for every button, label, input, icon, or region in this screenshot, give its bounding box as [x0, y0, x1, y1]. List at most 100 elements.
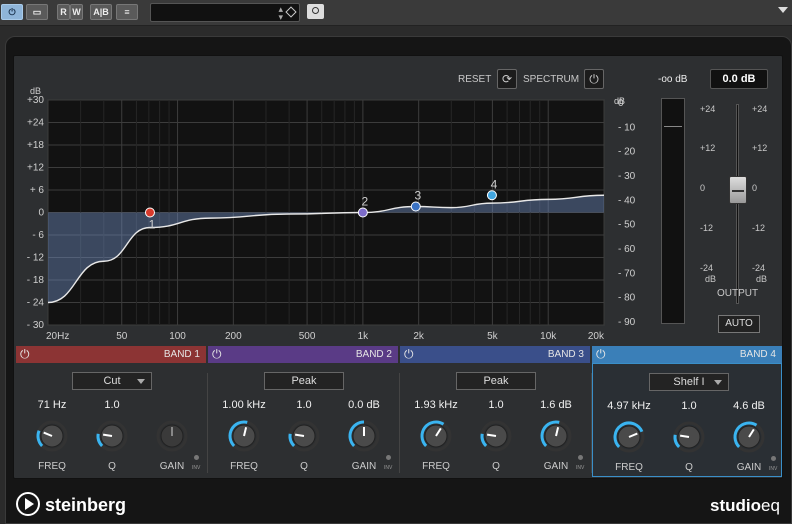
- db-right-tick-label: - 70: [618, 268, 636, 279]
- output-gain-value[interactable]: 0.0 dB: [710, 69, 768, 89]
- gain-knob[interactable]: [347, 419, 381, 453]
- db-right-tick-label: - 10: [618, 122, 636, 133]
- db-right-tick-label: - 30: [618, 171, 636, 182]
- invert-toggle[interactable]: [386, 455, 391, 460]
- output-scale-right-label: +12: [752, 143, 768, 153]
- freq-tick-label: 5k: [487, 331, 499, 342]
- db-right-tick-label: - 20: [618, 147, 636, 158]
- power-icon[interactable]: ⏻: [20, 348, 30, 360]
- invert-toggle[interactable]: [771, 456, 776, 461]
- read-button[interactable]: R: [57, 4, 70, 20]
- power-icon[interactable]: ⏻: [404, 348, 414, 360]
- filter-type-select[interactable]: Shelf I: [649, 373, 729, 391]
- meter-peak-line: [664, 126, 682, 127]
- gain-label: GAIN: [159, 461, 185, 472]
- freq-tick-label: 1k: [358, 331, 370, 342]
- snapshot-camera-icon[interactable]: [307, 4, 324, 19]
- band-node-3[interactable]: [410, 201, 421, 212]
- filter-type-value: Shelf I: [673, 376, 705, 388]
- q-label: Q: [300, 461, 308, 472]
- band-node-1[interactable]: [144, 207, 155, 218]
- q-knob[interactable]: [479, 419, 513, 453]
- band-3-controls: Peak 1.93 kHz FREQ 1.0 Q 1.6 dB GAIN INV: [400, 363, 590, 477]
- menu-button[interactable]: ≡: [116, 4, 138, 20]
- db-left-tick-label: +18: [27, 140, 44, 151]
- band-node-label: 2: [362, 195, 369, 209]
- output-unit-left: dB: [705, 274, 717, 284]
- gain-label: GAIN: [736, 462, 762, 473]
- product-name: studioeq: [710, 496, 780, 516]
- power-icon[interactable]: ⏻: [212, 348, 222, 360]
- preset-stepper-icon[interactable]: ▴ ▾: [278, 5, 283, 22]
- invert-toggle[interactable]: [578, 455, 583, 460]
- gain-knob[interactable]: [732, 420, 766, 454]
- filter-type-select[interactable]: Peak: [456, 372, 536, 390]
- auto-gain-button[interactable]: AUTO: [718, 315, 760, 333]
- freq-knob[interactable]: [35, 419, 69, 453]
- eq-curve-display[interactable]: +30+24+18+12+ 60- 6- 12- 18- 24- 300- 10…: [16, 82, 636, 342]
- filter-type-select[interactable]: Cut: [72, 372, 152, 390]
- freq-tick-label: 50: [116, 331, 128, 342]
- band-node-2[interactable]: [357, 207, 368, 218]
- gain-value[interactable]: 1.6 dB: [528, 399, 584, 411]
- invert-label: INV: [576, 465, 585, 471]
- toolbar-menu-arrow-icon[interactable]: [778, 7, 788, 13]
- freq-value[interactable]: 71 Hz: [24, 399, 80, 411]
- freq-label: FREQ: [422, 461, 450, 472]
- freq-tick-label: 10k: [540, 331, 557, 342]
- band-node-4[interactable]: [486, 190, 497, 201]
- power-icon[interactable]: ⏻: [1, 4, 23, 20]
- q-value[interactable]: 1.0: [661, 400, 717, 412]
- write-button[interactable]: W: [70, 4, 83, 20]
- bypass-button[interactable]: ▭: [26, 4, 48, 20]
- preset-selector[interactable]: ▴ ▾: [150, 3, 300, 22]
- output-unit-right: dB: [756, 274, 768, 284]
- freq-value[interactable]: 1.00 kHz: [216, 399, 272, 411]
- invert-label: INV: [769, 466, 778, 472]
- db-right-title: dB: [614, 96, 625, 106]
- output-label: OUTPUT: [717, 288, 759, 299]
- gain-value[interactable]: 4.6 dB: [721, 400, 777, 412]
- gain-knob[interactable]: [155, 419, 189, 453]
- filter-type-value: Peak: [291, 375, 317, 387]
- band-node-label: 1: [149, 218, 156, 232]
- gain-knob[interactable]: [539, 419, 573, 453]
- band-2-header[interactable]: ⏻ BAND 2: [208, 346, 398, 363]
- band-title: BAND 4: [739, 349, 776, 360]
- preset-diamond-icon[interactable]: [285, 6, 297, 18]
- output-fader-handle[interactable]: [729, 176, 747, 204]
- freq-knob[interactable]: [227, 419, 261, 453]
- freq-value[interactable]: 4.97 kHz: [601, 400, 657, 412]
- db-right-tick-label: - 40: [618, 195, 636, 206]
- invert-toggle[interactable]: [194, 455, 199, 460]
- band-1-header[interactable]: ⏻ BAND 1: [16, 346, 206, 363]
- freq-value[interactable]: 1.93 kHz: [408, 399, 464, 411]
- db-right-tick-label: - 50: [618, 220, 636, 231]
- db-left-tick-label: - 12: [27, 253, 45, 264]
- eq-graph[interactable]: +30 +24 +18 +12 + 60- 6- 12- 18- 24- 30 0- 10…: [16, 82, 636, 342]
- output-scale-right-label: -24: [752, 263, 766, 273]
- band-separator: [399, 373, 400, 473]
- band-3-header[interactable]: ⏻ BAND 3: [400, 346, 590, 363]
- filter-type-select[interactable]: Peak: [264, 372, 344, 390]
- output-scale-left-label: +24: [700, 104, 716, 114]
- output-scale-left-label: -12: [700, 223, 714, 233]
- band-separator: [591, 373, 592, 473]
- db-right-tick-label: - 90: [618, 317, 636, 328]
- q-value[interactable]: 1.0: [468, 399, 524, 411]
- freq-knob[interactable]: [419, 419, 453, 453]
- q-knob[interactable]: [95, 419, 129, 453]
- chevron-down-icon: [137, 379, 145, 384]
- band-4-header[interactable]: ⏻ BAND 4: [592, 346, 782, 363]
- q-knob[interactable]: [287, 419, 321, 453]
- db-left-title: dB: [30, 86, 41, 96]
- compare-button[interactable]: A|B: [90, 4, 112, 20]
- power-icon[interactable]: ⏻: [596, 348, 606, 360]
- gain-value[interactable]: 0.0 dB: [336, 399, 392, 411]
- freq-knob[interactable]: [612, 420, 646, 454]
- band-title: BAND 2: [355, 349, 392, 360]
- q-knob[interactable]: [672, 420, 706, 454]
- q-value[interactable]: 1.0: [276, 399, 332, 411]
- plugin-toolbar: ⏻ ▭ R W A|B ≡ ▴ ▾: [0, 0, 792, 26]
- q-value[interactable]: 1.0: [84, 399, 140, 411]
